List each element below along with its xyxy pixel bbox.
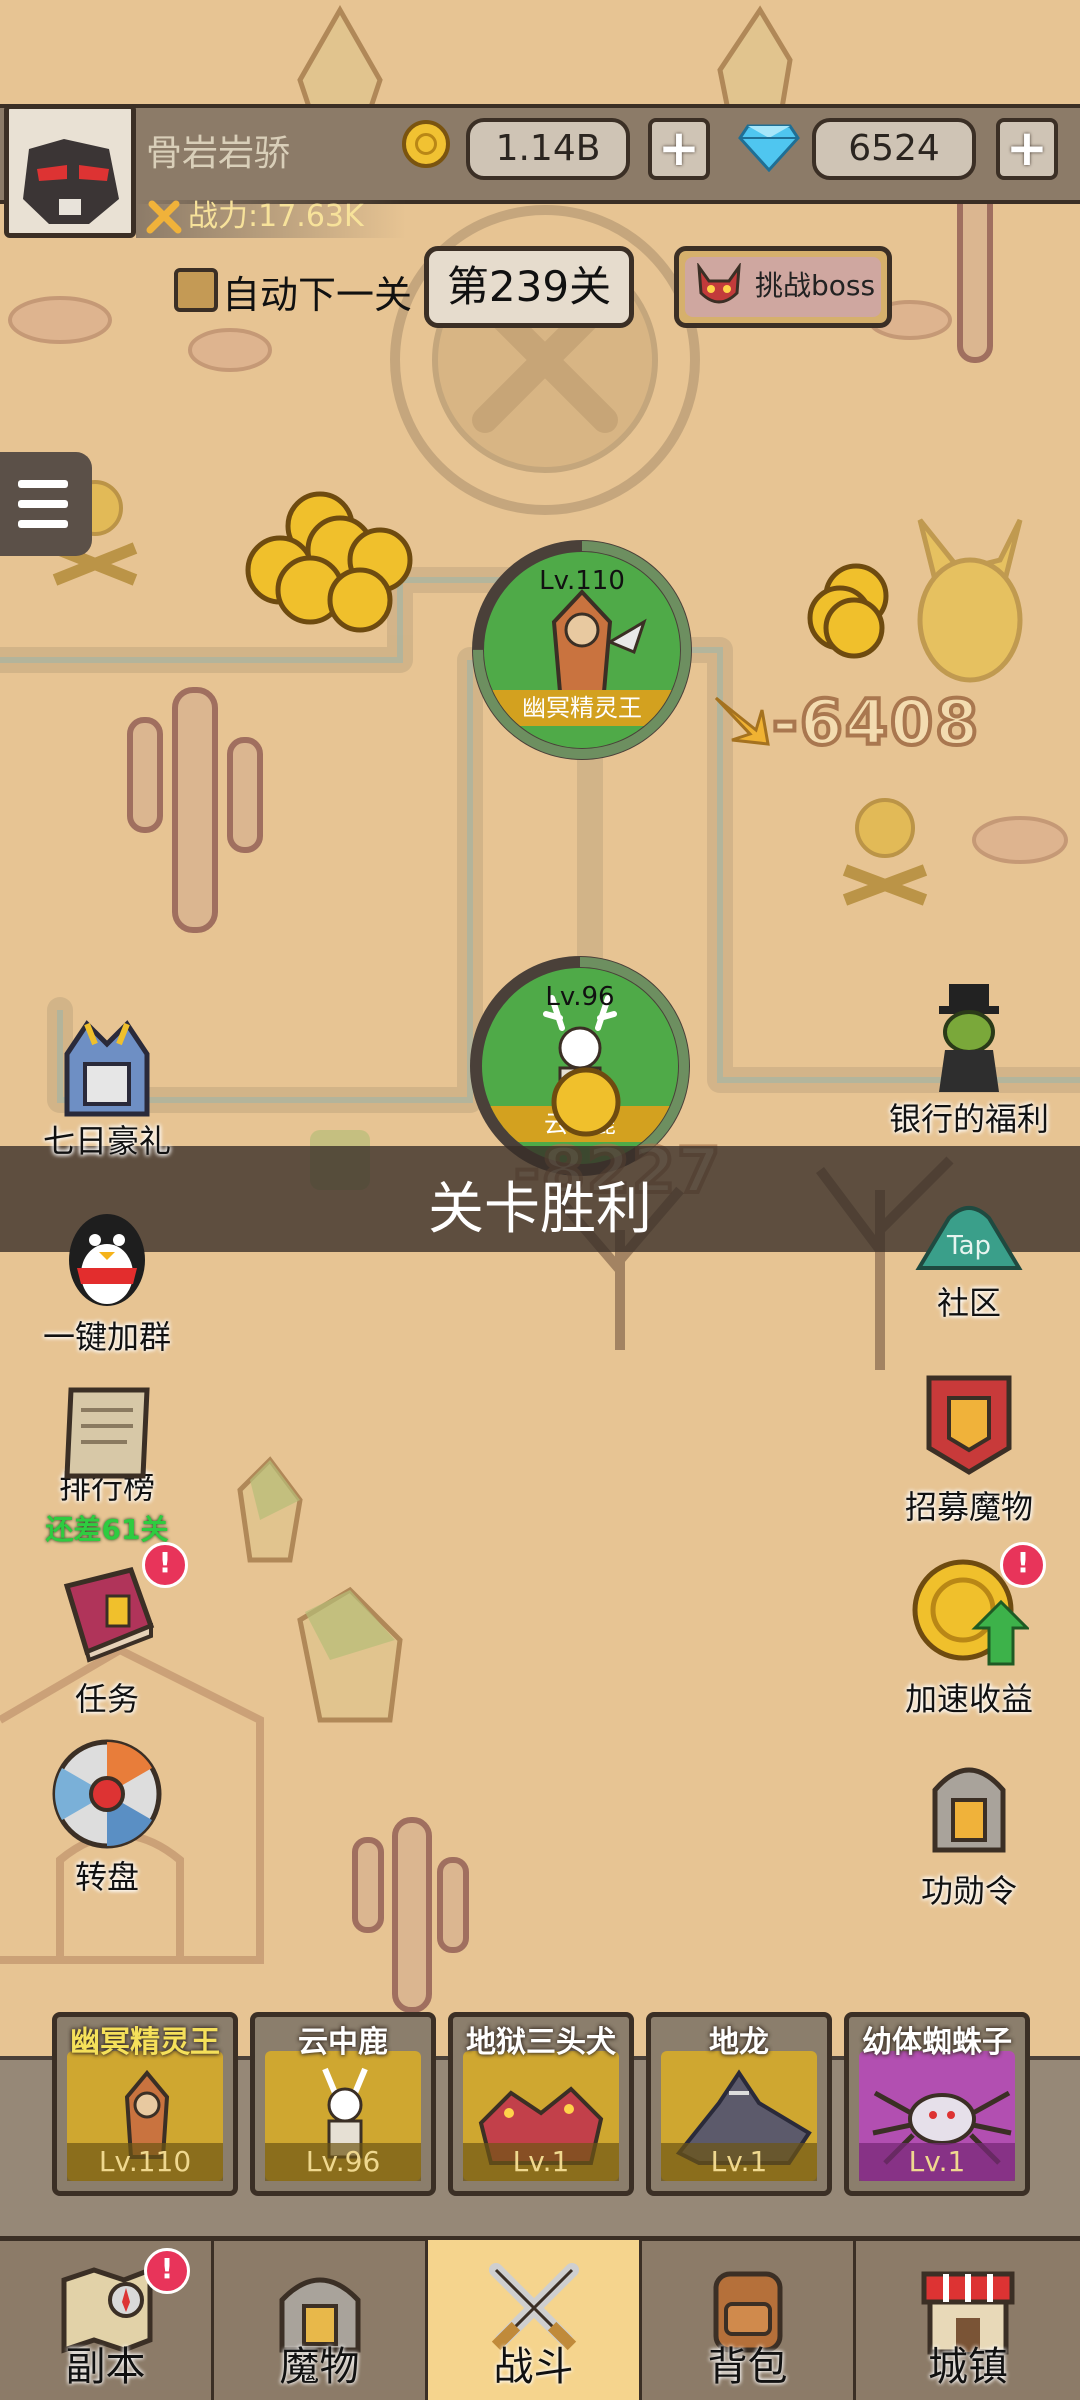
- speed-up-income-label: 加速收益: [904, 1680, 1033, 1718]
- roster-card-2[interactable]: 云中鹿 Lv.96: [250, 2012, 436, 2196]
- tap-community-icon: Tap: [915, 1206, 1023, 1270]
- diamond-gem-icon: [738, 124, 800, 172]
- goblin-banker-icon: [939, 984, 999, 1092]
- roster-card-1[interactable]: 幽冥精灵王 Lv.110: [52, 2012, 238, 2196]
- dropping-coin-icon: [551, 1067, 621, 1137]
- coin-pile-right[interactable]: [798, 562, 898, 662]
- wheel-label: 转盘: [74, 1858, 139, 1896]
- merit-pass-label: 功勋令: [920, 1872, 1017, 1910]
- nav-tab-dungeon-label: 副本: [65, 2344, 146, 2390]
- roster-name-4: 地龙: [709, 2025, 769, 2060]
- auto-next-label[interactable]: 自动下一关: [222, 264, 412, 319]
- wheel-icon: [52, 1739, 162, 1849]
- roster-card-4[interactable]: 地龙 Lv.1: [646, 2012, 832, 2196]
- speed-up-alert-badge: !: [1000, 1542, 1046, 1588]
- nav-tab-battle[interactable]: 战斗: [428, 2240, 642, 2400]
- enemy-orb-top[interactable]: Lv.110 幽冥精灵王: [472, 540, 692, 760]
- player-avatar[interactable]: [4, 104, 136, 238]
- boss-demon-icon: [697, 263, 741, 304]
- game-screen: 骨岩岩骄 1.14B + 6524 + 战力:17.63K 自动下一关 第239…: [0, 0, 1080, 2400]
- roster-level-3: Lv.1: [463, 2143, 619, 2181]
- penguin-icon: [69, 1214, 145, 1306]
- tap-icon-text: Tap: [946, 1231, 991, 1261]
- nav-tab-backpack-label: 背包: [707, 2344, 788, 2390]
- merit-pass-button[interactable]: 功勋令: [884, 1750, 1054, 1912]
- nav-tab-backpack[interactable]: 背包: [642, 2240, 856, 2400]
- scroll-icon: [64, 1387, 150, 1479]
- auto-next-checkbox[interactable]: [174, 268, 218, 312]
- player-name: 骨岩岩骄: [146, 133, 291, 174]
- merit-helmet-icon: [932, 1767, 1006, 1853]
- roster-name-1: 幽冥精灵王: [70, 2025, 220, 2060]
- quest-button[interactable]: ! 任务: [22, 1542, 192, 1720]
- nav-tab-battle-label: 战斗: [493, 2344, 574, 2390]
- roster-name-2: 云中鹿: [298, 2025, 388, 2060]
- roster-level-2: Lv.96: [265, 2143, 421, 2181]
- bank-welfare-label: 银行的福利: [888, 1100, 1049, 1138]
- nav-tab-monsters-label: 魔物: [279, 2344, 360, 2390]
- enemy-top-name: 幽冥精灵王: [484, 690, 680, 726]
- roster-card-3[interactable]: 地狱三头犬 Lv.1: [448, 2012, 634, 2196]
- nav-tab-dungeon[interactable]: ! 副本: [0, 2240, 214, 2400]
- gold-coin-icon: [402, 120, 450, 168]
- roster-level-1: Lv.110: [67, 2143, 223, 2181]
- coin-pile-left[interactable]: [240, 490, 430, 650]
- recruit-monster-button[interactable]: 招募魔物: [884, 1368, 1054, 1528]
- wheel-button[interactable]: 转盘: [22, 1734, 192, 1898]
- damage-arrow-icon: [714, 696, 770, 746]
- bank-welfare-button[interactable]: 银行的福利: [884, 980, 1054, 1140]
- roster-name-5: 幼体蜘蛛子: [862, 2025, 1012, 2060]
- stage-level: 第239关: [424, 246, 634, 328]
- join-group-label: 一键加群: [42, 1318, 171, 1356]
- nav-tab-monsters[interactable]: 魔物: [214, 2240, 428, 2400]
- speed-up-income-button[interactable]: ! 加速收益: [884, 1542, 1054, 1720]
- power-sword-icon: [146, 200, 182, 234]
- join-group-button[interactable]: 一键加群: [22, 1198, 192, 1358]
- community-button[interactable]: Tap 社区: [884, 1188, 1054, 1324]
- add-gems-button[interactable]: +: [996, 118, 1058, 180]
- enemy-bottom-level: Lv.96: [545, 982, 615, 1012]
- recruit-banner-icon: [926, 1375, 1012, 1475]
- add-gold-button[interactable]: +: [648, 118, 710, 180]
- roster-name-3: 地狱三头犬: [466, 2025, 616, 2060]
- recruit-monster-label: 招募魔物: [904, 1488, 1033, 1526]
- roster-level-4: Lv.1: [661, 2143, 817, 2181]
- seven-day-gift-button[interactable]: 七日豪礼: [22, 1014, 192, 1162]
- gold-amount: 1.14B: [466, 118, 630, 180]
- knight-helmet-icon: [64, 1020, 150, 1117]
- quest-label: 任务: [74, 1680, 139, 1718]
- nav-tab-town-label: 城镇: [928, 2344, 1008, 2390]
- enemy-top-level: Lv.110: [539, 566, 625, 596]
- gem-amount: 6524: [812, 118, 976, 180]
- roster-level-5: Lv.1: [859, 2143, 1015, 2181]
- damage-number-top: -6408: [770, 684, 981, 761]
- quest-alert-badge: !: [142, 1542, 188, 1588]
- leaderboard-button[interactable]: 排行榜 还差61关: [22, 1376, 192, 1548]
- challenge-boss-button[interactable]: 挑战boss: [674, 246, 892, 328]
- side-menu-button[interactable]: [0, 452, 92, 556]
- avatar-portrait-icon: [9, 109, 131, 233]
- dungeon-alert-badge: !: [144, 2248, 190, 2294]
- roster-card-5[interactable]: 幼体蜘蛛子 Lv.1: [844, 2012, 1030, 2196]
- nav-tab-town[interactable]: 城镇: [856, 2240, 1080, 2400]
